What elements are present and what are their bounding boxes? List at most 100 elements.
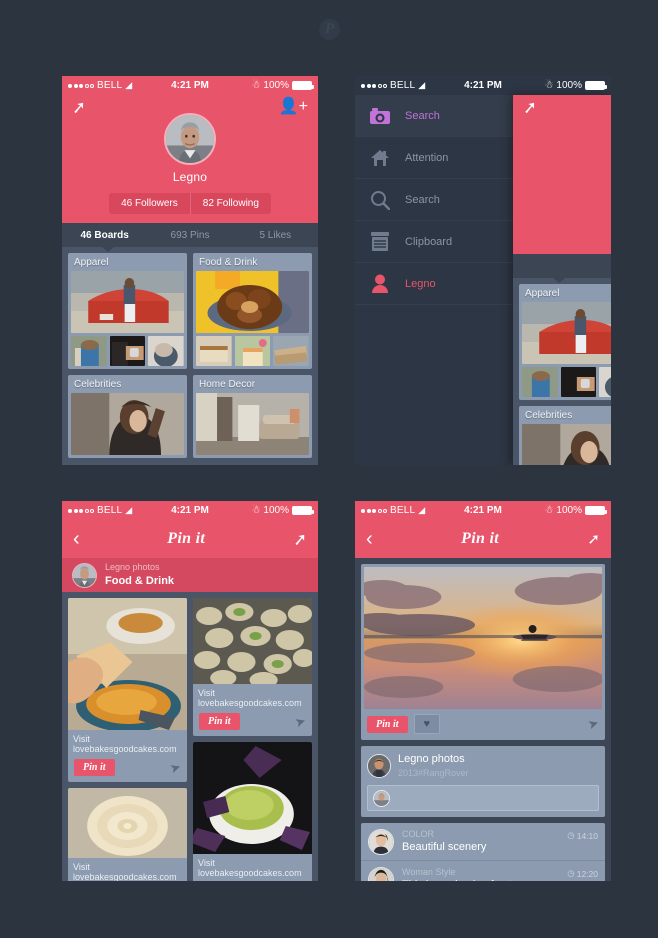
battery-percent-label: 100%	[263, 505, 289, 516]
board-card[interactable]: Apparel	[68, 253, 187, 369]
pin-actions: Pin it ➤	[68, 756, 187, 782]
pin-hero-image[interactable]	[364, 567, 602, 709]
chevron-left-icon[interactable]: ‹	[73, 529, 80, 549]
followers-pill[interactable]: 46 Followers	[109, 193, 190, 214]
chevron-left-icon[interactable]: ‹	[366, 529, 373, 549]
screen-pin-detail: BELL ◢ 4:21 PM ☃ 100% ‹ Pin it ➚ Pin it …	[355, 501, 611, 881]
pin-meta-text: Legno photos 2013#RangRover	[398, 752, 469, 779]
battery-icon	[292, 81, 314, 90]
status-bar-left: BELL ◢	[68, 505, 132, 516]
feed-item-label: Woman Style	[402, 867, 456, 878]
pin-icon[interactable]: ➚	[71, 97, 87, 119]
bluetooth-icon: ☃	[251, 80, 261, 91]
pin-it-button[interactable]: Pin it	[199, 713, 240, 730]
board-cover-image	[522, 302, 611, 364]
drawer-panel: Search Attention Search Clipboard Legno …	[355, 95, 611, 465]
board-thumbnail	[599, 367, 611, 397]
wifi-icon: ◢	[125, 505, 133, 515]
pin-card[interactable]: Visit lovebakesgoodcakes.com Pin it ➤	[193, 742, 312, 881]
feed-item-label: COLOR	[402, 829, 435, 840]
feed-item-title: Beautiful scenery	[402, 841, 487, 854]
pin-icon[interactable]: ➚	[522, 97, 538, 119]
clock-icon: ◷	[567, 830, 575, 841]
add-user-icon[interactable]: 👤+	[279, 99, 308, 119]
pin-card[interactable]: Visit lovebakesgoodcakes.com Pin it ➤	[193, 598, 312, 736]
tab-likes[interactable]: 5 Likes	[233, 230, 318, 241]
board-title: Celebrities	[525, 410, 573, 421]
peek-tabbar: 46 Boards	[513, 254, 611, 283]
board-card[interactable]: Celebrities	[519, 406, 611, 465]
board-card[interactable]: Food & Drink	[193, 253, 312, 369]
send-icon[interactable]: ➤	[586, 715, 601, 734]
pin-activity-feed: COLOR Beautiful scenery ◷ 14:10 Woman St…	[361, 823, 605, 881]
status-bar-left: BELL ◢	[361, 505, 425, 516]
board-thumbnail	[273, 336, 309, 366]
page-title: Pin it	[167, 530, 206, 547]
pin-card[interactable]: Visit lovebakesgoodcakes.com Pin it ➤	[68, 788, 187, 881]
send-icon[interactable]: ➤	[293, 712, 308, 731]
pin-it-button[interactable]: Pin it	[74, 759, 115, 776]
pin-actions: Pin it ➤	[193, 710, 312, 736]
feed-item-time-label: 12:20	[576, 868, 598, 879]
board-thumbnails	[196, 336, 309, 366]
board-cover-image	[522, 424, 611, 465]
board-cover-image	[196, 271, 309, 333]
wifi-icon: ◢	[418, 505, 426, 515]
pin-it-button[interactable]: Pin it	[367, 715, 408, 733]
pin-image	[193, 598, 312, 684]
bluetooth-icon: ☃	[544, 80, 554, 91]
feed-item-time: ◷ 14:10	[567, 830, 598, 841]
board-card[interactable]: Apparel	[519, 284, 611, 400]
banner-text: Legno photos Food & Drink	[105, 562, 174, 588]
pin-card[interactable]: Visit lovebakesgoodcakes.com Pin it ➤	[68, 598, 187, 782]
feed-item[interactable]: COLOR Beautiful scenery ◷ 14:10	[361, 823, 605, 862]
peek-stats: 46 Follo	[513, 173, 611, 194]
peek-profile-panel[interactable]: ➚ 46 Follo 46 Boards Apparel	[513, 95, 611, 465]
pin-meta-card: Legno photos 2013#RangRover	[361, 746, 605, 818]
tab-pins[interactable]: 693 Pins	[147, 230, 232, 241]
status-bar-left: BELL ◢	[68, 80, 132, 91]
status-bar-right: ☃ 100%	[544, 80, 607, 91]
signal-dots-icon	[361, 83, 387, 88]
following-pill[interactable]: 82 Following	[189, 193, 271, 214]
board-thumbnails	[71, 336, 184, 366]
feed-item-title: This is a miracle of nature	[402, 878, 559, 881]
carrier-label: BELL	[97, 80, 123, 91]
pin-icon[interactable]: ➚	[292, 529, 308, 549]
banner-subtitle: Legno photos	[105, 562, 160, 573]
wifi-icon: ◢	[125, 80, 133, 90]
board-thumbnail	[234, 336, 271, 366]
peek-tab-boards[interactable]: 46 Boards	[513, 261, 611, 272]
comment-input[interactable]	[367, 785, 599, 812]
avatar[interactable]	[164, 113, 216, 165]
board-thumbnails	[522, 367, 611, 397]
pin-tag: 2013#RangRover	[398, 768, 469, 779]
pin-meta-header: Legno photos 2013#RangRover	[367, 752, 599, 779]
screen-drawer-menu: BELL ◢ 4:21 PM ☃ 100% Search Attention S…	[355, 76, 611, 465]
heart-icon[interactable]: ♥	[413, 714, 441, 735]
feed-item-time-label: 14:10	[576, 830, 598, 841]
status-bar: BELL ◢ 4:21 PM ☃ 100%	[355, 76, 611, 95]
share-icon[interactable]: ➚	[587, 532, 600, 547]
status-bar-right: ☃ 100%	[251, 505, 314, 516]
wifi-icon: ◢	[418, 80, 426, 90]
board-banner[interactable]: Legno photos Food & Drink	[62, 558, 318, 592]
navbar: ‹ Pin it ➚	[62, 520, 318, 558]
peek-header-icons: ➚	[513, 97, 611, 119]
board-card[interactable]: Home Decor	[193, 375, 312, 458]
feed-item[interactable]: Woman Style This is a miracle of nature …	[361, 861, 605, 881]
pinterest-logo-letter: P	[324, 21, 335, 37]
status-bar: BELL ◢ 4:21 PM ☃ 100%	[62, 501, 318, 520]
mockup-canvas: P BELL ◢ 4:21 PM ☃ 100% ➚ 👤+ Legno 46 Fo…	[0, 0, 658, 938]
profile-tabbar: 46 Boards 693 Pins 5 Likes	[62, 223, 318, 252]
peek-profile-header: ➚ 46 Follo	[513, 95, 611, 254]
send-icon[interactable]: ➤	[168, 758, 183, 777]
board-thumbnail	[560, 367, 597, 397]
camera-icon	[369, 105, 391, 127]
pin-grid: Visit lovebakesgoodcakes.com Pin it ➤ Vi…	[62, 592, 318, 881]
board-card[interactable]: Celebrities	[68, 375, 187, 458]
tab-boards[interactable]: 46 Boards	[62, 230, 147, 241]
board-thumbnail	[522, 367, 558, 397]
clipboard-icon	[369, 231, 391, 253]
avatar[interactable]	[367, 753, 391, 778]
